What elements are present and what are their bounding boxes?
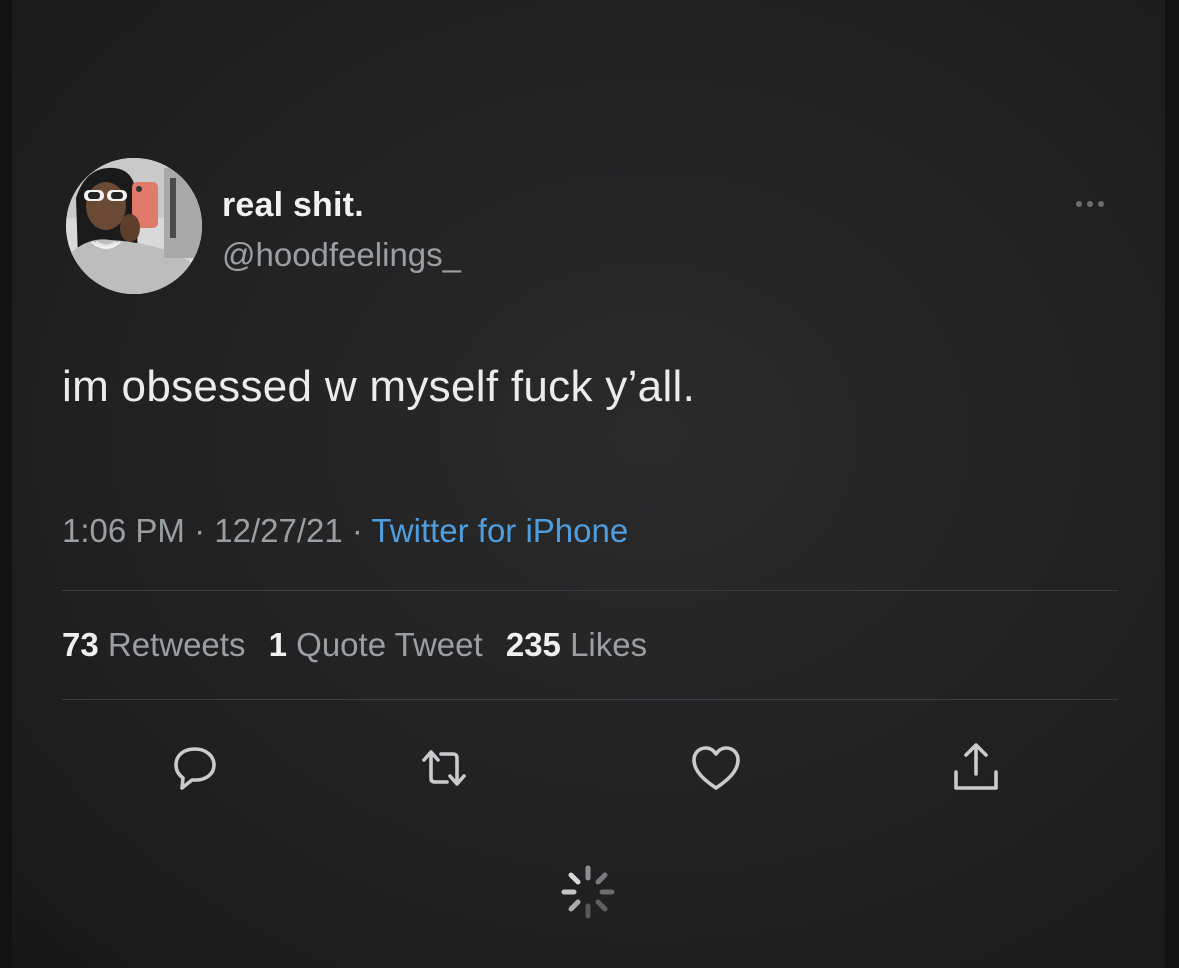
more-dot: [1087, 201, 1093, 207]
reply-button[interactable]: [164, 738, 224, 798]
tweet-source-link[interactable]: Twitter for iPhone: [371, 512, 628, 549]
tweet-meta: 1:06 PM · 12/27/21 · Twitter for iPhone: [62, 512, 628, 550]
user-handle[interactable]: @hoodfeelings_: [222, 236, 461, 274]
tweet-screen: real shit. @hoodfeelings_ im obsessed w …: [0, 0, 1179, 968]
avatar[interactable]: [66, 158, 202, 294]
divider: [62, 590, 1118, 591]
more-dot: [1076, 201, 1082, 207]
meta-separator: ·: [184, 512, 215, 549]
like-button[interactable]: [686, 738, 746, 798]
loading-spinner-icon: [556, 860, 620, 924]
more-dot: [1098, 201, 1104, 207]
display-name[interactable]: real shit.: [222, 186, 364, 225]
tweet-text: im obsessed w myself fuck y’all.: [62, 362, 696, 411]
retweets-stat[interactable]: 73 Retweets: [62, 626, 245, 663]
tweet-stats: 73 Retweets 1 Quote Tweet 235 Likes: [62, 626, 661, 664]
reply-icon: [174, 747, 216, 790]
tweet-date[interactable]: 12/27/21: [214, 512, 342, 549]
left-edge: [0, 0, 12, 968]
retweet-icon: [422, 750, 466, 786]
quote-tweets-count: 1: [268, 626, 287, 663]
likes-count: 235: [505, 626, 561, 663]
heart-icon: [692, 746, 740, 790]
quote-tweets-stat[interactable]: 1 Quote Tweet: [269, 626, 483, 663]
retweet-button[interactable]: [414, 738, 474, 798]
right-edge: [1165, 0, 1179, 968]
share-button[interactable]: [946, 738, 1006, 798]
likes-stat[interactable]: 235 Likes: [506, 626, 647, 663]
meta-separator: ·: [342, 512, 372, 549]
share-icon: [954, 743, 998, 790]
retweets-label: Retweets: [107, 626, 246, 663]
retweets-count: 73: [62, 626, 99, 663]
more-options-icon[interactable]: [1062, 192, 1118, 216]
quote-tweets-label: Quote Tweet: [296, 626, 483, 663]
avatar-image: [66, 158, 202, 294]
tweet-time: 1:06 PM: [62, 512, 185, 549]
likes-label: Likes: [570, 626, 648, 663]
divider: [62, 699, 1118, 700]
